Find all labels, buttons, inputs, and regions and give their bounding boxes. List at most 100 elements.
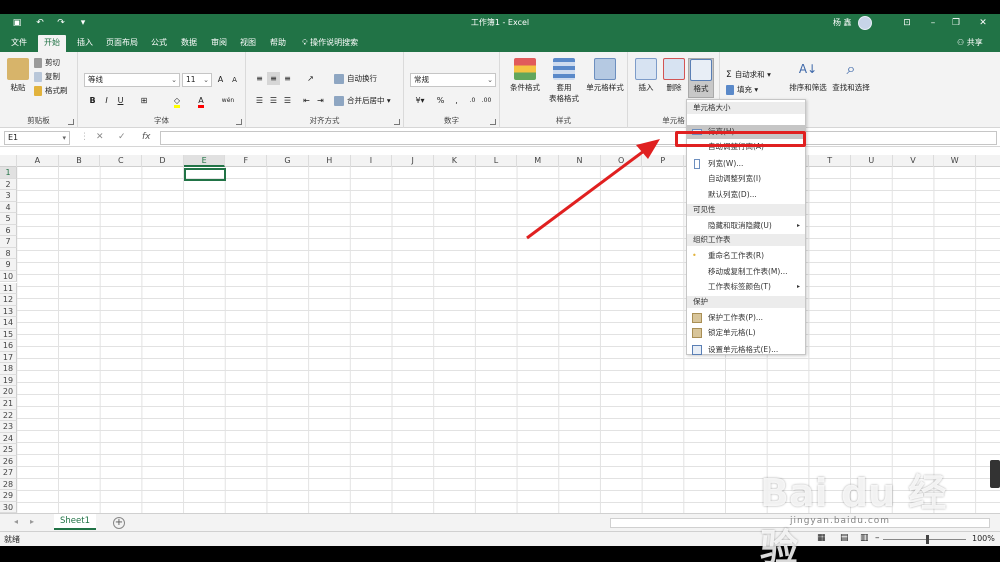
format-painter-button[interactable]: 格式刷 — [34, 84, 68, 97]
format-cells-button[interactable]: 格式 — [688, 58, 714, 98]
row-header[interactable]: 25 — [0, 444, 17, 456]
bold-button[interactable]: B — [86, 94, 99, 107]
shrink-font-button[interactable]: A — [228, 74, 241, 87]
align-left-icon[interactable]: ☰ — [253, 94, 266, 107]
orientation-icon[interactable]: ↗ — [304, 72, 317, 85]
delete-cells-button[interactable]: 删除 — [660, 58, 688, 93]
user-name[interactable]: 杨 鑫 — [833, 17, 852, 28]
top-align-icon[interactable]: ≡ — [253, 72, 266, 85]
zoom-slider-handle[interactable] — [926, 535, 929, 544]
enter-icon[interactable]: ✓ — [118, 132, 126, 142]
column-header[interactable]: O — [601, 155, 643, 167]
ribbon-display-icon[interactable]: ⊡ — [899, 16, 915, 30]
alignment-launcher-icon[interactable] — [394, 119, 400, 125]
row-header[interactable]: 4 — [0, 201, 17, 214]
redo-icon[interactable]: ↷ — [54, 16, 68, 30]
column-header[interactable]: W — [934, 155, 977, 167]
selected-cell[interactable] — [184, 168, 226, 181]
row-header[interactable]: 3 — [0, 190, 17, 202]
row-header[interactable]: 17 — [0, 351, 17, 364]
column-header[interactable]: L — [476, 155, 518, 167]
row-header[interactable]: 21 — [0, 398, 17, 410]
tab-help[interactable]: 帮助 — [265, 35, 291, 52]
row-header[interactable]: 22 — [0, 409, 17, 422]
tab-data[interactable]: 数据 — [176, 35, 202, 52]
row-header[interactable]: 19 — [0, 374, 17, 387]
formula-input[interactable] — [160, 131, 997, 145]
font-size-select[interactable]: 11 ⌄ — [182, 73, 212, 87]
row-header[interactable]: 18 — [0, 363, 17, 375]
close-icon[interactable]: ✕ — [975, 16, 991, 30]
decrease-indent-icon[interactable]: ⇤ — [300, 94, 313, 107]
column-header[interactable]: C — [100, 155, 143, 167]
row-header[interactable]: 28 — [0, 478, 17, 491]
tab-insert[interactable]: 插入 — [72, 35, 98, 52]
row-header[interactable]: 13 — [0, 305, 17, 318]
number-format-select[interactable]: 常规 ⌄ — [410, 73, 496, 87]
customize-toolbar-icon[interactable]: ▾ — [76, 16, 90, 30]
fill-button[interactable]: 填充 ▾ — [726, 83, 758, 96]
row-header[interactable]: 30 — [0, 501, 17, 513]
restore-icon[interactable]: ❐ — [948, 16, 964, 30]
column-header[interactable]: A — [17, 155, 59, 167]
row-header[interactable]: 6 — [0, 224, 17, 237]
insert-cells-button[interactable]: 插入 — [632, 58, 660, 93]
column-header[interactable]: D — [142, 155, 184, 167]
decrease-decimal-icon[interactable]: .00 — [480, 94, 493, 107]
save-icon[interactable]: ▣ — [10, 16, 24, 30]
underline-button[interactable]: U — [114, 94, 127, 107]
column-header[interactable]: G — [267, 155, 309, 167]
autosum-button[interactable]: Σ 自动求和 ▾ — [726, 68, 771, 81]
column-header[interactable]: H — [309, 155, 351, 167]
row-header[interactable]: 7 — [0, 236, 17, 248]
add-sheet-button[interactable]: + — [113, 517, 125, 529]
prev-sheet-icon[interactable]: ◂ — [14, 517, 18, 526]
cell-styles-button[interactable]: 单元格样式 — [584, 58, 626, 93]
row-header[interactable]: 12 — [0, 294, 17, 306]
menu-item-lock-cell[interactable]: 锁定单元格(L) — [687, 326, 805, 340]
comma-button[interactable]: , — [450, 94, 463, 107]
tab-view[interactable]: 视图 — [235, 35, 261, 52]
align-right-icon[interactable]: ☰ — [281, 94, 294, 107]
paste-button[interactable]: 粘贴 — [4, 58, 32, 93]
menu-item-hide-unhide[interactable]: 隐藏和取消隐藏(U) ▸ — [687, 219, 805, 233]
menu-item-column-width[interactable]: 列宽(W)... — [687, 157, 805, 171]
name-box[interactable]: E1 ▾ — [4, 131, 70, 145]
number-launcher-icon[interactable] — [490, 119, 496, 125]
sheet-tab[interactable]: Sheet1 — [54, 514, 96, 530]
column-header[interactable]: I — [351, 155, 393, 167]
column-header[interactable]: U — [851, 155, 893, 167]
menu-item-autofit-column[interactable]: 自动调整列宽(I) — [687, 172, 805, 186]
menu-item-move-copy[interactable]: 移动或复制工作表(M)... — [687, 265, 805, 279]
menu-item-format-cells[interactable]: 设置单元格格式(E)... — [687, 343, 805, 357]
percent-button[interactable]: % — [434, 94, 447, 107]
row-header[interactable]: 1 — [0, 167, 17, 179]
menu-item-protect-sheet[interactable]: 保护工作表(P)... — [687, 311, 805, 325]
increase-decimal-icon[interactable]: .0 — [466, 94, 479, 107]
font-name-select[interactable]: 等线 ⌄ — [84, 73, 180, 87]
row-header[interactable]: 15 — [0, 328, 17, 341]
column-header[interactable]: P — [643, 155, 685, 167]
normal-view-icon[interactable]: ▦ — [817, 533, 826, 543]
column-header[interactable]: F — [226, 155, 268, 167]
grow-font-button[interactable]: A — [214, 73, 227, 86]
format-as-table-button[interactable]: 套用 表格格式 — [544, 58, 584, 104]
align-center-icon[interactable]: ☰ — [267, 94, 280, 107]
column-header[interactable]: V — [893, 155, 935, 167]
font-launcher-icon[interactable] — [236, 119, 242, 125]
minimize-icon[interactable]: – — [925, 16, 941, 30]
copy-button[interactable]: 复制 — [34, 70, 60, 83]
column-header[interactable]: N — [559, 155, 601, 167]
conditional-format-button[interactable]: 条件格式 — [506, 58, 544, 93]
row-header[interactable]: 11 — [0, 282, 17, 295]
next-sheet-icon[interactable]: ▸ — [30, 517, 34, 526]
tab-home[interactable]: 开始 — [38, 35, 66, 52]
undo-icon[interactable]: ↶ — [33, 16, 47, 30]
border-button[interactable]: ⊞ — [134, 94, 154, 107]
cells-area[interactable] — [17, 167, 1000, 513]
row-header[interactable]: 27 — [0, 467, 17, 479]
row-header[interactable]: 8 — [0, 247, 17, 260]
row-header[interactable]: 9 — [0, 259, 17, 271]
avatar[interactable] — [858, 16, 872, 30]
column-header[interactable]: K — [434, 155, 476, 167]
